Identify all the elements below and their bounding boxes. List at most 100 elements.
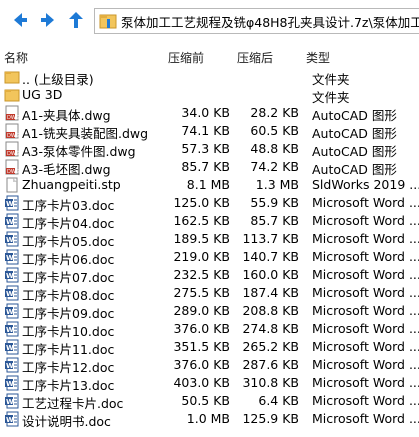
size-after: 310.8 KB [242,375,299,390]
toolbar: 泵体加工工艺规程及铣φ48H8孔夹具设计.7z\泵体加工工艺 [0,0,419,44]
size-before: 289.0 KB [173,303,230,318]
word-doc-icon: W [5,321,19,337]
svg-text:W: W [6,398,14,406]
file-row[interactable]: W 工序卡片05.doc 189.5 KB 113.7 KB Microsoft Wor… [0,230,419,249]
file-row[interactable]: W 工序卡片10.doc 376.0 KB 274.8 KB Microsoft Wor… [0,320,419,339]
address-path: 泵体加工工艺规程及铣φ48H8孔夹具设计.7z\泵体加工工艺 [121,14,419,30]
size-after: 274.8 KB [242,321,299,336]
size-before: 125.0 KB [173,195,230,210]
file-type: Microsoft Word ... [312,213,419,228]
size-after: 187.4 KB [242,285,299,300]
size-after: 208.8 KB [242,303,299,318]
size-before: 232.5 KB [173,267,230,282]
stp-file-icon [6,177,18,193]
size-after: 1.3 MB [255,177,299,192]
file-type: Microsoft Word ... [312,375,419,390]
svg-text:DWG: DWG [7,169,20,175]
folder-up-icon [4,71,20,84]
file-row[interactable]: DWG A3-泵体零件图.dwg 57.3 KB 48.8 KB AutoCAD 图形 [0,140,419,159]
file-type: Microsoft Word ... [312,267,419,282]
size-after: 6.4 KB [258,393,299,408]
word-doc-icon: W [5,303,19,319]
file-list: .. (上级目录) 文件夹 UG 3D 文件夹 DWG A1-夹具体.dwg 34.0 KB… [0,68,419,429]
word-doc-icon: W [5,357,19,373]
size-before: 85.7 KB [181,159,230,174]
up-button[interactable] [64,8,88,32]
back-button[interactable] [8,8,32,32]
file-row[interactable]: DWG A1-铣夹具装配图.dwg 74.1 KB 60.5 KB AutoCAD 图形 [0,122,419,141]
svg-text:W: W [6,254,14,262]
file-row[interactable]: W 工序卡片06.doc 219.0 KB 140.7 KB Microsoft Wor… [0,248,419,267]
column-name[interactable]: 名称 [4,49,28,66]
file-row[interactable]: UG 3D 文件夹 [0,86,419,105]
word-doc-icon: W [5,267,19,283]
svg-text:DWG: DWG [7,151,20,157]
size-before: 275.5 KB [173,285,230,300]
svg-text:W: W [6,236,14,244]
file-row[interactable]: W 工序卡片12.doc 376.0 KB 287.6 KB Microsoft Wor… [0,356,419,375]
word-doc-icon: W [5,249,19,265]
size-before: 189.5 KB [173,231,230,246]
word-doc-icon: W [5,285,19,301]
size-before: 34.0 KB [181,105,230,120]
dwg-file-icon: DWG [5,105,20,121]
file-name: 设计说明书.doc [22,414,111,429]
size-after: 48.8 KB [250,141,299,156]
file-name: Zhuangpeiti.stp [22,177,121,192]
size-before: 403.0 KB [173,375,230,390]
size-after: 74.2 KB [250,159,299,174]
size-after: 28.2 KB [250,105,299,120]
size-before: 162.5 KB [173,213,230,228]
size-before: 376.0 KB [173,357,230,372]
file-type: Microsoft Word ... [312,231,419,246]
file-row[interactable]: DWG A3-毛坯图.dwg 85.7 KB 74.2 KB AutoCAD 图形 [0,158,419,177]
size-after: 60.5 KB [250,123,299,138]
file-type: Microsoft Word ... [312,321,419,336]
column-size-after[interactable]: 压缩后 [237,49,273,66]
column-size-before[interactable]: 压缩前 [168,49,204,66]
file-row[interactable]: W 工序卡片13.doc 403.0 KB 310.8 KB Microsoft Wor… [0,374,419,393]
word-doc-icon: W [5,231,19,247]
svg-text:W: W [6,326,14,334]
size-after: 85.7 KB [250,213,299,228]
size-before: 1.0 MB [186,411,230,426]
arrow-left-icon [14,13,27,27]
file-type: Microsoft Word ... [312,195,419,210]
file-row[interactable]: Zhuangpeiti.stp 8.1 MB 1.3 MB SldWorks 2019… [0,176,419,194]
dwg-file-icon: DWG [5,123,20,139]
file-row[interactable]: W 工艺过程卡片.doc 50.5 KB 6.4 KB Microsoft Word .… [0,392,419,411]
file-row[interactable]: W 工序卡片08.doc 275.5 KB 187.4 KB Microsoft Wor… [0,284,419,303]
file-row[interactable]: W 工序卡片11.doc 351.5 KB 265.2 KB Microsoft Wor… [0,338,419,357]
file-row[interactable]: W 工序卡片09.doc 289.0 KB 208.8 KB Microsoft Wor… [0,302,419,321]
word-doc-icon: W [5,393,19,409]
size-after: 55.9 KB [250,195,299,210]
size-after: 113.7 KB [242,231,299,246]
svg-text:W: W [6,362,14,370]
file-row[interactable]: W 工序卡片04.doc 162.5 KB 85.7 KB Microsoft Word… [0,212,419,231]
file-row[interactable]: W 工序卡片07.doc 232.5 KB 160.0 KB Microsoft Wor… [0,266,419,285]
size-before: 74.1 KB [181,123,230,138]
forward-button[interactable] [36,8,60,32]
column-type[interactable]: 类型 [306,49,330,66]
size-before: 50.5 KB [181,393,230,408]
file-type: Microsoft Word ... [312,285,419,300]
size-after: 125.9 KB [242,411,299,426]
file-row[interactable]: .. (上级目录) 文件夹 [0,68,419,87]
size-after: 287.6 KB [242,357,299,372]
svg-text:W: W [6,272,14,280]
word-doc-icon: W [5,195,19,211]
svg-text:DWG: DWG [7,115,20,121]
folder-icon [4,89,20,102]
size-before: 57.3 KB [181,141,230,156]
file-row[interactable]: DWG A1-夹具体.dwg 34.0 KB 28.2 KB AutoCAD 图形 [0,104,419,123]
file-type: Microsoft Word ... [312,249,419,264]
address-bar[interactable]: 泵体加工工艺规程及铣φ48H8孔夹具设计.7z\泵体加工工艺 [94,8,419,34]
file-row[interactable]: W 设计说明书.doc 1.0 MB 125.9 KB Microsoft Word .… [0,410,419,429]
arrow-right-icon [41,13,54,27]
word-doc-icon: W [5,375,19,391]
svg-text:W: W [6,200,14,208]
file-type: Microsoft Word ... [312,303,419,318]
file-type: Microsoft Word ... [312,411,419,426]
size-after: 160.0 KB [242,267,299,282]
file-row[interactable]: W 工序卡片03.doc 125.0 KB 55.9 KB Microsoft Word… [0,194,419,213]
